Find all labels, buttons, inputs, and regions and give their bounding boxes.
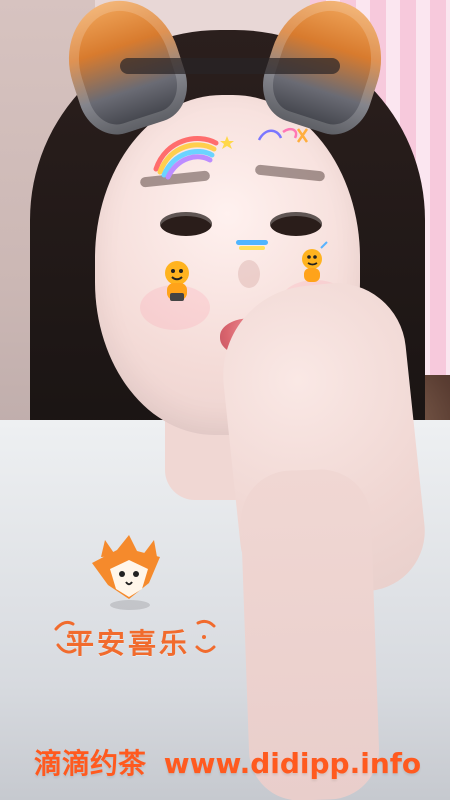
left-eye (160, 212, 212, 236)
sticker-text: 平安喜乐 (66, 627, 191, 660)
face-paint-icon (236, 240, 268, 250)
watermark-brand: 滴滴约茶 (34, 747, 147, 780)
right-eye (270, 212, 322, 236)
watermark-site: www.didipp.info (163, 747, 422, 780)
cartoon-mascot-icon (165, 261, 189, 301)
cartoon-mascot-icon (302, 241, 328, 282)
sticker-text-block: 平安喜乐 (48, 610, 223, 662)
rainbow-sticker-icon (153, 136, 234, 180)
nose (238, 260, 260, 288)
watermark: 滴滴约茶 www.didipp.info (34, 742, 421, 782)
fox-character-icon (92, 535, 160, 610)
doodle-text-icon (257, 127, 309, 143)
headband (120, 58, 340, 74)
photo-scene: 平安喜乐 滴滴约茶 www.didipp.info (0, 0, 450, 800)
